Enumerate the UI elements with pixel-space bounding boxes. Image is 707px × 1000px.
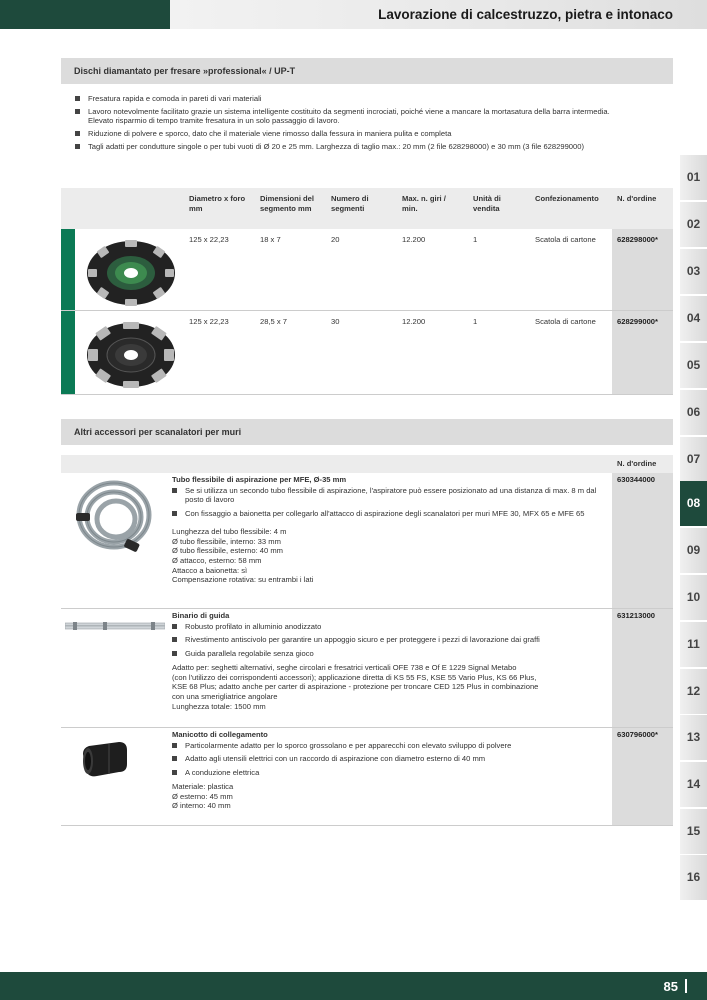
diamond-disc-image	[87, 322, 175, 388]
row-accent-bar	[61, 229, 75, 310]
cell-confezionamento: Scatola di cartone	[535, 235, 596, 244]
col-header-ordine: N. d'ordine	[617, 194, 657, 203]
tab-14[interactable]: 14	[680, 762, 707, 808]
order-number: 631213000	[617, 611, 656, 620]
col-header-giri: Max. n. giri / min.	[402, 194, 446, 213]
tab-15[interactable]: 15	[680, 809, 707, 855]
spec-line: Attacco a baionetta: sì	[172, 565, 248, 575]
connection-sleeve-image	[83, 742, 127, 777]
accessory-row-rail: Binario di guida Robusto profilato in al…	[61, 609, 673, 728]
table-row: 125 x 22,23 18 x 7 20 12.200 1 Scatola d…	[61, 229, 673, 311]
accessory-bullet: Rivestimento antiscivolo per garantire u…	[172, 635, 612, 645]
accessory-bullet: Con fissaggio a baionetta per collegarlo…	[172, 509, 612, 519]
spec-line: Lunghezza totale: 1500 mm	[172, 701, 266, 711]
order-number: 630796000*	[617, 730, 658, 739]
top-bar-brand-block	[0, 0, 170, 29]
table-header: N. d'ordine	[61, 455, 673, 473]
tab-01[interactable]: 01	[680, 155, 707, 201]
col-header-dimensioni: Dimensioni del segmento mm	[260, 194, 315, 213]
accessory-title: Manicotto di collegamento	[172, 730, 268, 739]
section-header-accessori: Altri accessori per scanalatori per muri	[61, 419, 673, 445]
feature-bullet: Riduzione di polvere e sporco, dato che …	[75, 129, 635, 139]
accessory-bullet: Adatto agli utensili elettrici con un ra…	[172, 754, 612, 764]
footer-bar: 85	[0, 972, 707, 1000]
tab-08[interactable]: 08	[680, 481, 707, 527]
col-header-unita: Unità di vendita	[473, 194, 501, 213]
guide-rail-image	[65, 622, 165, 630]
cell-diametro: 125 x 22,23	[189, 235, 229, 244]
spec-line: con una smerigliatrice angolare	[172, 691, 278, 701]
cell-confezionamento: Scatola di cartone	[535, 317, 596, 326]
top-bar-title-area: Lavorazione di calcestruzzo, pietra e in…	[170, 0, 707, 29]
spec-line: (con l'utilizzo dei corrispondenti acces…	[172, 672, 537, 682]
spec-line: Ø tubo flessibile, esterno: 40 mm	[172, 546, 284, 556]
col-header-diametro: Diametro x foro mm	[189, 194, 246, 213]
section-title: Altri accessori per scanalatori per muri	[74, 427, 242, 437]
table-row: 125 x 22,23 28,5 x 7 30 12.200 1 Scatola…	[61, 311, 673, 395]
accessory-bullet: Guida parallela regolabile senza gioco	[172, 649, 612, 659]
tab-02[interactable]: 02	[680, 202, 707, 248]
cell-numero: 20	[331, 235, 340, 244]
tab-05[interactable]: 05	[680, 343, 707, 389]
accessory-description: Manicotto di collegamento Particolarment…	[172, 730, 612, 811]
cell-unita: 1	[473, 317, 478, 326]
suction-hose-image	[76, 480, 152, 552]
spec-line: Adatto per: seghetti alternativi, seghe …	[172, 662, 517, 672]
accessory-title: Tubo flessibile di aspirazione per MFE, …	[172, 475, 347, 484]
col-header-numero: Numero di segmenti	[331, 194, 369, 213]
feature-bullet: Tagli adatti per condutture singole o pe…	[75, 142, 635, 152]
cell-dimensioni: 18 x 7	[260, 235, 281, 244]
cell-numero: 30	[331, 317, 340, 326]
col-header-ordine: N. d'ordine	[617, 459, 657, 468]
order-number: 628299000*	[617, 317, 658, 326]
spec-line: Lunghezza del tubo flessibile: 4 m	[172, 526, 287, 536]
accessory-description: Tubo flessibile di aspirazione per MFE, …	[172, 475, 612, 585]
section-title: Dischi diamantato per fresare »professio…	[74, 66, 296, 76]
section-header-dischi: Dischi diamantato per fresare »professio…	[61, 58, 673, 84]
spec-line: Ø esterno: 45 mm	[172, 791, 233, 801]
table-header: Diametro x foro mm Dimensioni del segmen…	[61, 188, 673, 229]
accessory-bullet: Particolarmente adatto per lo sporco gro…	[172, 741, 612, 751]
spec-line: Ø attacco, esterno: 58 mm	[172, 555, 262, 565]
accessory-bullet: Se si utilizza un secondo tubo flessibil…	[172, 486, 612, 505]
accessory-bullet: A conduzione elettrica	[172, 768, 612, 778]
tab-03[interactable]: 03	[680, 249, 707, 295]
top-bar: Lavorazione di calcestruzzo, pietra e in…	[0, 0, 707, 29]
row-accent-bar	[61, 311, 75, 394]
spec-line: Materiale: plastica	[172, 781, 234, 791]
page-number-separator	[685, 979, 687, 993]
accessory-row-hose: Tubo flessibile di aspirazione per MFE, …	[61, 473, 673, 609]
cell-giri: 12.200	[402, 317, 426, 326]
spec-line: Ø tubo flessibile, interno: 33 mm	[172, 536, 281, 546]
tab-11[interactable]: 11	[680, 622, 707, 668]
feature-list: Fresatura rapida e comoda in pareti di v…	[75, 94, 635, 155]
tab-07[interactable]: 07	[680, 437, 707, 483]
cell-diametro: 125 x 22,23	[189, 317, 229, 326]
tab-12[interactable]: 12	[680, 669, 707, 715]
accessory-row-sleeve: Manicotto di collegamento Particolarment…	[61, 728, 673, 826]
spec-line: Compensazione rotativa: su entrambi i la…	[172, 575, 314, 585]
col-header-confezionamento: Confezionamento	[535, 194, 599, 203]
page-title: Lavorazione di calcestruzzo, pietra e in…	[378, 7, 673, 22]
accessory-title: Binario di guida	[172, 611, 230, 620]
accessory-bullet: Robusto profilato in alluminio anodizzat…	[172, 622, 612, 632]
feature-bullet: Fresatura rapida e comoda in pareti di v…	[75, 94, 635, 104]
order-number: 628298000*	[617, 235, 658, 244]
tab-06[interactable]: 06	[680, 390, 707, 436]
cell-giri: 12.200	[402, 235, 426, 244]
tab-04[interactable]: 04	[680, 296, 707, 342]
accessory-description: Binario di guida Robusto profilato in al…	[172, 611, 612, 711]
spec-line: Ø interno: 40 mm	[172, 801, 231, 811]
cell-unita: 1	[473, 235, 478, 244]
spec-line: KSE 68 Plus; adatto anche per carter di …	[172, 682, 539, 692]
diamond-disc-image	[87, 240, 175, 306]
feature-bullet: Lavoro notevolmente facilitato grazie un…	[75, 107, 635, 126]
page-number: 85	[663, 979, 678, 994]
tab-10[interactable]: 10	[680, 575, 707, 621]
cell-dimensioni: 28,5 x 7	[260, 317, 288, 326]
order-number: 630344000	[617, 475, 656, 484]
tab-13[interactable]: 13	[680, 715, 707, 761]
tab-16[interactable]: 16	[680, 855, 707, 901]
tab-09[interactable]: 09	[680, 528, 707, 574]
